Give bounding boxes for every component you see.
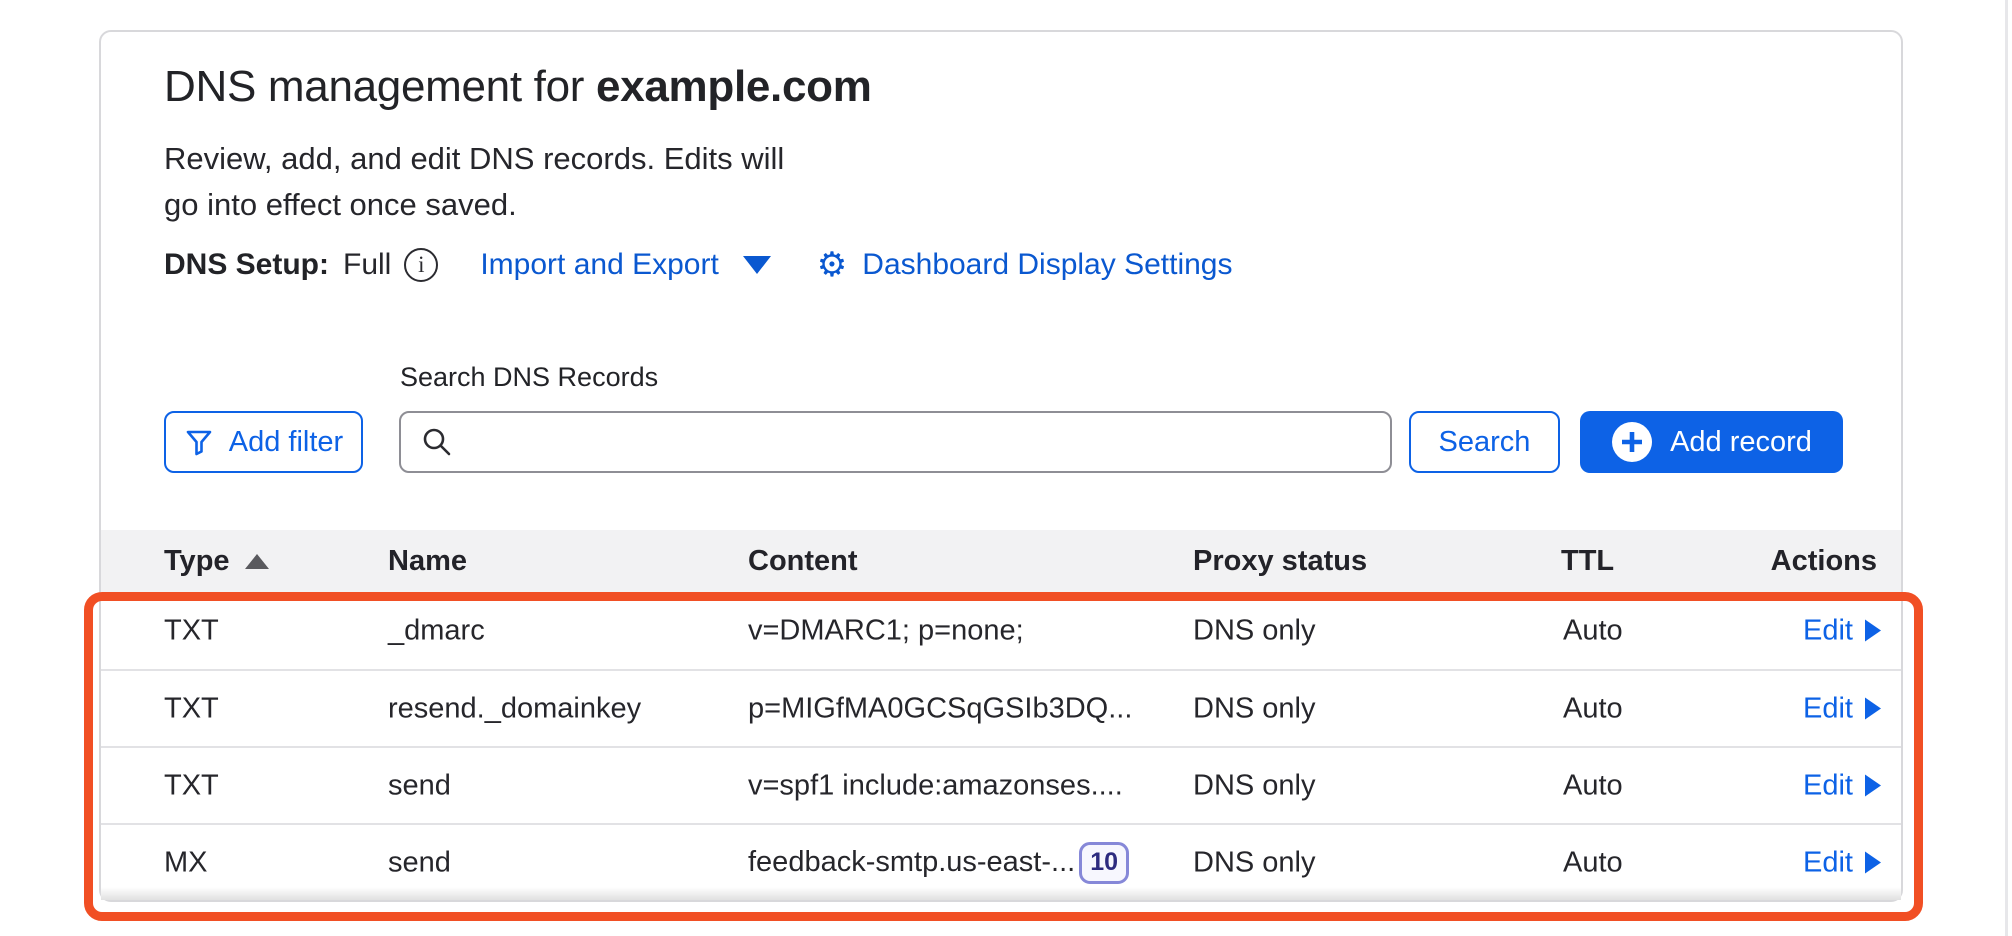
gear-icon: ⚙ <box>817 248 847 282</box>
add-record-label: Add record <box>1670 426 1812 459</box>
page-title-domain: example.com <box>596 62 872 111</box>
chevron-down-icon <box>743 256 771 274</box>
page-edge-divider <box>2005 0 2008 936</box>
page-title: DNS management for example.com <box>164 62 872 112</box>
dns-management-page: DNS management for example.com Review, a… <box>0 0 2012 936</box>
record-type: TXT <box>164 692 219 725</box>
dns-setup-label: DNS Setup: <box>164 248 329 282</box>
record-ttl: Auto <box>1563 614 1623 647</box>
search-icon <box>421 426 453 458</box>
add-record-button[interactable]: Add record <box>1580 411 1843 473</box>
column-header-ttl[interactable]: TTL <box>1561 530 1614 592</box>
record-name: send <box>388 846 451 879</box>
dashboard-display-settings-label: Dashboard Display Settings <box>862 248 1232 282</box>
record-name: _dmarc <box>388 614 485 647</box>
search-input[interactable] <box>467 425 1378 459</box>
record-name: resend._domainkey <box>388 692 641 725</box>
caret-right-icon <box>1865 852 1881 874</box>
column-header-proxy-status[interactable]: Proxy status <box>1193 530 1367 592</box>
table-header-row: Type Name Content Proxy status TTL Actio… <box>101 530 1901 592</box>
edit-record-link[interactable]: Edit <box>1803 769 1881 802</box>
search-input-container <box>399 411 1392 473</box>
subtitle-line-1: Review, add, and edit DNS records. Edits… <box>164 136 784 182</box>
record-content: feedback-smtp.us-east-... 10 <box>748 842 1129 884</box>
dns-setup-value: Full <box>343 248 391 282</box>
sort-ascending-icon <box>245 554 269 569</box>
record-proxy-status: DNS only <box>1193 846 1316 879</box>
dns-records-table-body: TXT _dmarc v=DMARC1; p=none; DNS only Au… <box>101 592 1901 900</box>
filter-funnel-icon <box>184 427 214 457</box>
import-and-export-link[interactable]: Import and Export <box>480 248 770 282</box>
record-type: TXT <box>164 614 219 647</box>
search-dns-records-label: Search DNS Records <box>400 362 658 393</box>
search-button[interactable]: Search <box>1409 411 1560 473</box>
column-header-name[interactable]: Name <box>388 530 467 592</box>
column-header-type[interactable]: Type <box>164 530 269 592</box>
subtitle-line-2: go into effect once saved. <box>164 182 784 228</box>
record-ttl: Auto <box>1563 769 1623 802</box>
search-button-label: Search <box>1439 426 1531 459</box>
edit-record-link[interactable]: Edit <box>1803 846 1881 879</box>
edit-record-link[interactable]: Edit <box>1803 692 1881 725</box>
record-proxy-status: DNS only <box>1193 692 1316 725</box>
caret-right-icon <box>1865 775 1881 797</box>
plus-circle-icon <box>1611 421 1653 463</box>
add-filter-label: Add filter <box>229 426 343 459</box>
page-title-prefix: DNS management for <box>164 62 596 111</box>
caret-right-icon <box>1865 620 1881 642</box>
add-filter-button[interactable]: Add filter <box>164 411 363 473</box>
table-row: TXT _dmarc v=DMARC1; p=none; DNS only Au… <box>101 592 1901 669</box>
record-proxy-status: DNS only <box>1193 614 1316 647</box>
column-header-actions: Actions <box>1771 530 1877 592</box>
record-type: MX <box>164 846 208 879</box>
mx-priority-badge: 10 <box>1079 842 1129 884</box>
record-ttl: Auto <box>1563 846 1623 879</box>
table-row: TXT send v=spf1 include:amazonses.... DN… <box>101 746 1901 823</box>
table-row: TXT resend._domainkey p=MIGfMA0GCSqGSIb3… <box>101 669 1901 746</box>
table-bottom-shadow <box>101 887 1901 900</box>
dashboard-display-settings-link[interactable]: ⚙ Dashboard Display Settings <box>817 248 1233 282</box>
page-subtitle: Review, add, and edit DNS records. Edits… <box>164 136 784 228</box>
edit-record-link[interactable]: Edit <box>1803 614 1881 647</box>
record-content: p=MIGfMA0GCSqGSIb3DQ... <box>748 692 1132 725</box>
record-proxy-status: DNS only <box>1193 769 1316 802</box>
import-and-export-label: Import and Export <box>480 248 718 282</box>
dns-setup-row: DNS Setup: Full i Import and Export ⚙ Da… <box>164 244 1232 286</box>
record-content: v=DMARC1; p=none; <box>748 614 1024 647</box>
record-name: send <box>388 769 451 802</box>
record-content: v=spf1 include:amazonses.... <box>748 769 1123 802</box>
caret-right-icon <box>1865 698 1881 720</box>
info-icon[interactable]: i <box>404 248 438 282</box>
record-ttl: Auto <box>1563 692 1623 725</box>
record-type: TXT <box>164 769 219 802</box>
column-header-content[interactable]: Content <box>748 530 858 592</box>
